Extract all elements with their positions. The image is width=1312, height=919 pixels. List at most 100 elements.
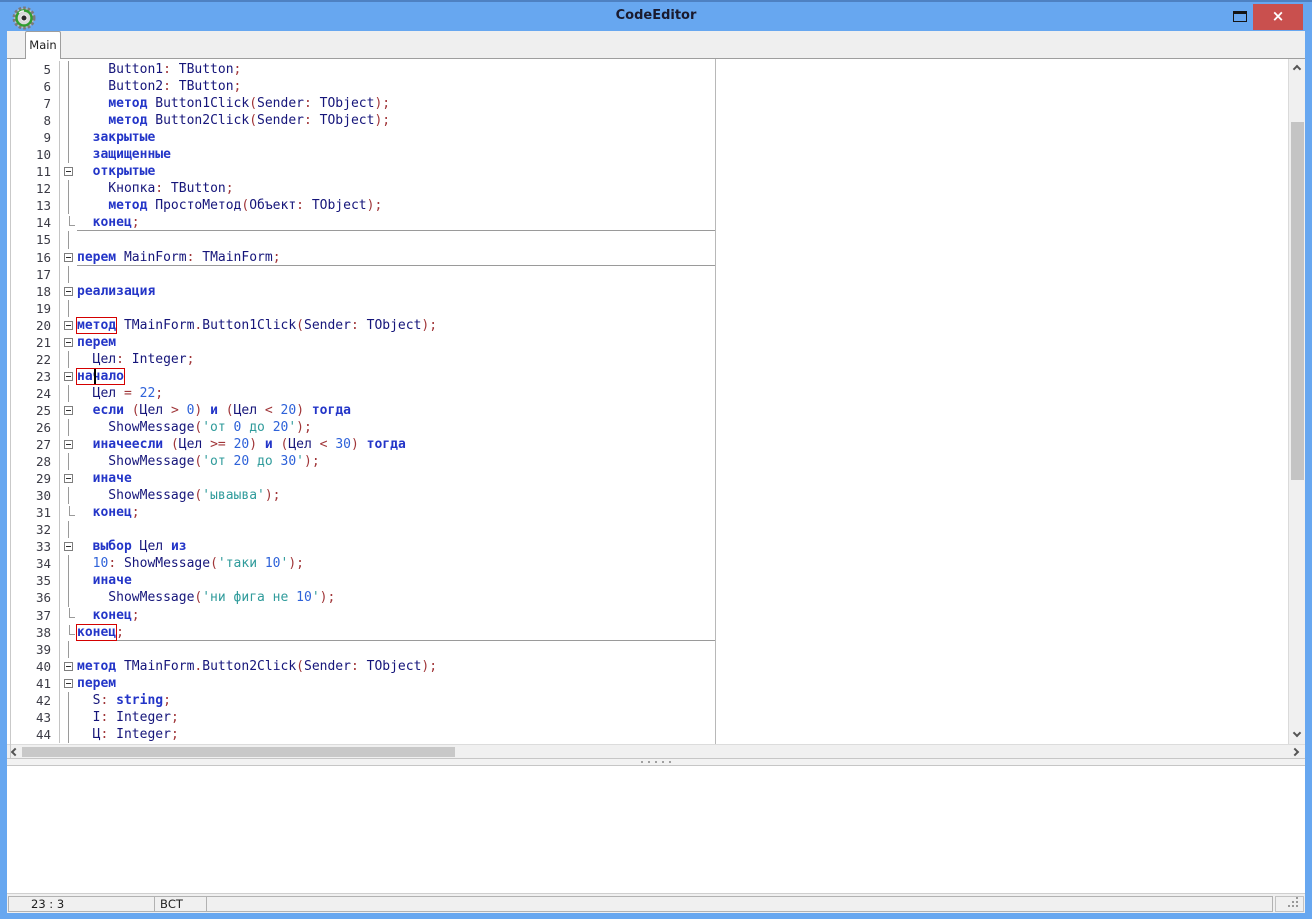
code-line[interactable]: 31 конец; (7, 504, 715, 521)
fold-collapse-icon[interactable] (64, 338, 73, 347)
code-line[interactable]: 18реализация (7, 283, 715, 300)
code-line[interactable]: 6 Button2: TButton; (7, 78, 715, 95)
fold-collapse-icon[interactable] (64, 679, 73, 688)
fold-gutter (60, 351, 77, 368)
code-text (77, 521, 715, 538)
code-line[interactable]: 34 10: ShowMessage('таки 10'); (7, 555, 715, 572)
code-token: Button2Click (202, 659, 296, 674)
code-line[interactable]: 43 I: Integer; (7, 709, 715, 726)
code-token: метод (108, 96, 147, 111)
code-line[interactable]: 30 ShowMessage('ываыва'); (7, 487, 715, 504)
code-line[interactable]: 28 ShowMessage('от 20 до 30'); (7, 453, 715, 470)
code-line[interactable]: 35 иначе (7, 572, 715, 589)
code-line[interactable]: 15 (7, 231, 715, 248)
code-line[interactable]: 12 Кнопка: TButton; (7, 180, 715, 197)
code-line[interactable]: 19 (7, 300, 715, 317)
code-token (77, 198, 108, 213)
fold-collapse-icon[interactable] (64, 662, 73, 671)
code-text (77, 231, 715, 248)
code-line[interactable]: 21перем (7, 334, 715, 351)
code-line[interactable]: 22 Цел: Integer; (7, 351, 715, 368)
code-line[interactable]: 17 (7, 266, 715, 283)
code-line[interactable]: 37 конец; (7, 607, 715, 624)
code-line[interactable]: 23начало (7, 368, 715, 385)
code-line[interactable]: 9 закрытые (7, 129, 715, 146)
code-line[interactable]: 16перем MainForm: TMainForm; (7, 249, 715, 266)
fold-gutter (60, 180, 77, 197)
code-line[interactable]: 14 конец; (7, 214, 715, 231)
fold-collapse-icon[interactable] (64, 253, 73, 262)
code-text: конец; (77, 624, 715, 641)
splitter[interactable] (7, 758, 1305, 766)
code-text (77, 266, 715, 283)
code-token: Sender (304, 318, 351, 333)
vertical-scrollbar-thumb[interactable] (1291, 122, 1304, 480)
fold-collapse-icon[interactable] (64, 474, 73, 483)
fold-collapse-icon[interactable] (64, 406, 73, 415)
code-line[interactable]: 10 защищенные (7, 146, 715, 163)
scroll-right-icon[interactable] (1291, 748, 1299, 756)
code-line[interactable]: 42 S: string; (7, 692, 715, 709)
fold-gutter (60, 283, 77, 300)
resize-grip[interactable] (1275, 896, 1304, 912)
code-line[interactable]: 29 иначе (7, 470, 715, 487)
fold-collapse-icon[interactable] (64, 440, 73, 449)
code-token: ShowMessage (77, 420, 194, 435)
fold-gutter (60, 675, 77, 692)
code-line[interactable]: 44 Ц: Integer; (7, 726, 715, 743)
code-editor[interactable]: 5 Button1: TButton;6 Button2: TButton;7 … (7, 59, 716, 744)
scroll-down-icon[interactable] (1293, 729, 1301, 737)
code-line[interactable]: 26 ShowMessage('от 0 до 20'); (7, 419, 715, 436)
output-panel[interactable] (7, 766, 1305, 893)
code-line[interactable]: 27 иначеесли (Цел >= 20) и (Цел < 30) то… (7, 436, 715, 453)
horizontal-scrollbar-thumb[interactable] (22, 747, 455, 757)
tab-main[interactable]: Main (25, 31, 61, 59)
code-token: TObject (312, 113, 375, 128)
scroll-up-icon[interactable] (1293, 65, 1301, 73)
code-token: : (351, 659, 359, 674)
code-line[interactable]: 7 метод Button1Click(Sender: TObject); (7, 95, 715, 112)
code-line[interactable]: 33 выбор Цел из (7, 538, 715, 555)
code-text: реализация (77, 283, 715, 300)
code-line[interactable]: 39 (7, 641, 715, 658)
code-token (202, 403, 210, 418)
maximize-button[interactable] (1233, 11, 1247, 22)
code-token: защищенные (93, 147, 171, 162)
scroll-left-icon[interactable] (11, 748, 19, 756)
fold-line-icon (68, 726, 69, 743)
vertical-scrollbar[interactable] (1288, 59, 1305, 744)
code-line[interactable]: 32 (7, 521, 715, 538)
code-token: TObject (312, 96, 375, 111)
fold-gutter (60, 726, 77, 743)
code-line[interactable]: 11 открытые (7, 163, 715, 180)
close-button[interactable]: × (1253, 4, 1303, 30)
code-token: ); (374, 113, 390, 128)
fold-collapse-icon[interactable] (64, 321, 73, 330)
fold-collapse-icon[interactable] (64, 542, 73, 551)
line-number: 44 (7, 726, 60, 743)
code-line[interactable]: 8 метод Button2Click(Sender: TObject); (7, 112, 715, 129)
code-line[interactable]: 13 метод ПростоМетод(Объект: TObject); (7, 197, 715, 214)
titlebar[interactable]: CodeEditor × (0, 0, 1312, 31)
code-token: ); (367, 198, 383, 213)
fold-collapse-icon[interactable] (64, 372, 73, 381)
code-token: TButton (171, 79, 234, 94)
fold-collapse-icon[interactable] (64, 287, 73, 296)
status-bar: 23 : 3 ВСТ (7, 893, 1305, 913)
code-line[interactable]: 40метод TMainForm.Button2Click(Sender: T… (7, 658, 715, 675)
secondary-editor-pane[interactable] (717, 59, 1288, 744)
fold-collapse-icon[interactable] (64, 167, 73, 176)
code-token (304, 403, 312, 418)
code-line[interactable]: 5 Button1: TButton; (7, 61, 715, 78)
code-text: S: string; (77, 692, 715, 709)
code-line[interactable]: 24 Цел = 22; (7, 385, 715, 402)
code-line[interactable]: 25 если (Цел > 0) и (Цел < 20) тогда (7, 402, 715, 419)
horizontal-scrollbar[interactable] (7, 744, 1305, 758)
code-line[interactable]: 38конец; (7, 624, 715, 641)
code-line[interactable]: 36 ShowMessage('ни фига не 10'); (7, 589, 715, 606)
code-line[interactable]: 20метод TMainForm.Button1Click(Sender: T… (7, 317, 715, 334)
code-token (132, 386, 140, 401)
code-line[interactable]: 41перем (7, 675, 715, 692)
fold-line-icon (68, 95, 69, 112)
app-window: CodeEditor × Main 5 Button1: TButton;6 B… (0, 0, 1312, 919)
